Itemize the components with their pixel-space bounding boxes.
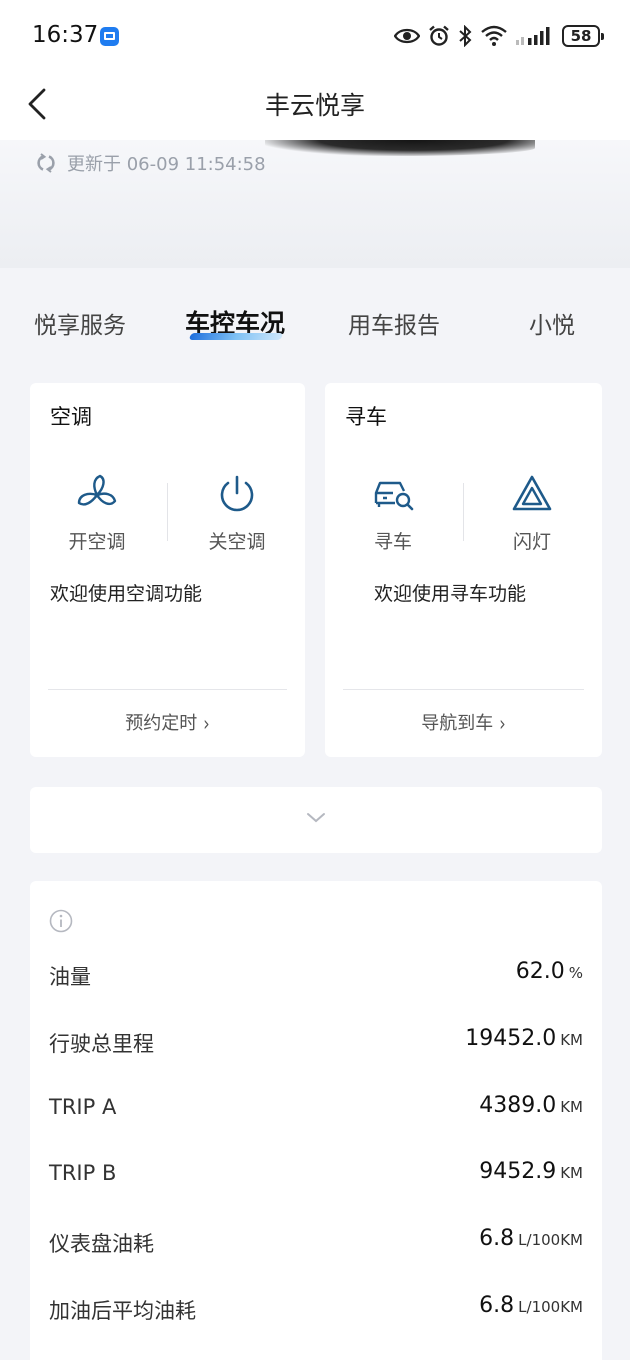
ac-card-title: 空调 [50,405,92,429]
alarm-icon [429,25,449,46]
stat-row-trip-b: TRIP B 9452.9 KM [49,1155,583,1195]
navigate-to-car-label: 导航到车 [421,713,494,734]
stat-label: 行驶总里程 [49,1032,154,1056]
navigate-to-car-link[interactable]: 导航到车 › [325,709,602,736]
stat-unit: % [568,964,583,982]
nav-bar: 丰云悦享 [0,72,630,140]
schedule-timer-link[interactable]: 预约定时 › [30,709,305,736]
chevron-right-icon: › [203,711,210,736]
stat-row-fuel-level: 油量 62.0% [49,955,583,995]
stat-unit: L/100KM [518,1231,583,1249]
divider [343,689,584,690]
stat-unit: KM [560,1098,583,1116]
tab-bar: 悦享服务 车控车况 用车报告 小悦 [0,268,630,380]
stat-row-avg-fuel-since-refuel: 加油后平均油耗 6.8 L/100KM [49,1289,583,1329]
chevron-down-icon [307,813,325,823]
power-icon [220,475,254,512]
tab-services[interactable]: 悦享服务 [34,306,126,340]
fan-icon [77,474,117,506]
car-search-icon [374,481,414,511]
ac-on-button[interactable]: 开空调 [42,473,152,554]
stat-unit: L/100KM [518,1298,583,1316]
tab-assistant[interactable]: 小悦 [529,306,575,340]
page-title: 丰云悦享 [264,91,365,120]
ac-off-label: 关空调 [208,531,266,553]
ac-on-label: 开空调 [68,531,126,553]
stat-value: 62.0% [516,959,583,984]
stat-unit: KM [560,1031,583,1049]
stat-label: 油量 [49,965,91,989]
ac-welcome-text: 欢迎使用空调功能 [50,583,203,605]
tab-usage-report[interactable]: 用车报告 [348,306,440,340]
stat-label: TRIP B [49,1161,117,1185]
info-icon[interactable] [49,909,73,933]
divider [48,689,287,690]
active-tab-indicator [188,333,284,340]
stat-number: 19452.0 [465,1026,557,1051]
vehicle-status-card: 油量 62.0% 行驶总里程 19452.0 KM TRIP A 4389.0 KM… [30,881,602,1360]
stat-number: 62.0 [515,959,565,984]
stat-row-dashboard-fuel-consumption: 仪表盘油耗 6.8 L/100KM [49,1222,583,1262]
stat-value: 6.8 L/100KM [479,1226,583,1251]
status-time: 16:37 [32,22,99,48]
divider [463,483,464,541]
ac-card: 空调 开空调 关空调 欢迎使用空调功能 预约定时 › [30,383,305,757]
stat-number: 6.8 [479,1226,515,1251]
expand-more-button[interactable] [30,787,602,853]
stat-label: 仪表盘油耗 [49,1232,154,1256]
notification-app-icon [100,27,119,46]
stat-value: 6.8 L/100KM [479,1293,583,1318]
find-car-button[interactable]: 寻车 [338,473,448,554]
car-image [265,140,535,156]
stat-label: 加油后平均油耗 [49,1299,196,1323]
chevron-right-icon: › [499,711,506,736]
battery-indicator: 58 [562,25,604,47]
status-bar: 16:37 58 [0,0,630,72]
stat-value: 9452.9 KM [479,1159,583,1184]
find-car-label: 寻车 [373,531,412,553]
flash-lights-button[interactable]: 闪灯 [477,473,587,554]
signal-icon [516,27,550,45]
flash-lights-label: 闪灯 [512,531,551,553]
stat-row-total-mileage: 行驶总里程 19452.0 KM [49,1022,583,1062]
stat-number: 6.8 [479,1293,515,1318]
bluetooth-icon [459,25,472,47]
update-timestamp: 更新于 06-09 11:54:58 [67,154,266,175]
status-icons: 58 [394,22,604,50]
find-car-card-title: 寻车 [345,405,387,429]
stat-value: 4389.0 KM [479,1093,583,1118]
wifi-icon [481,25,507,46]
stat-label: TRIP A [49,1095,117,1119]
ac-off-button[interactable]: 关空调 [182,473,292,554]
eye-icon [394,28,420,44]
stat-value: 19452.0 KM [465,1026,583,1051]
stat-number: 4389.0 [479,1093,557,1118]
find-car-welcome-text: 欢迎使用寻车功能 [374,583,527,605]
find-car-card: 寻车 寻车 闪灯 欢迎使用寻车功能 导航到车 › [325,383,602,757]
stat-number: 9452.9 [479,1159,557,1184]
schedule-timer-label: 预约定时 [125,713,198,734]
stat-row-trip-a: TRIP A 4389.0 KM [49,1089,583,1129]
stat-unit: KM [560,1164,583,1182]
refresh-icon[interactable] [36,153,56,173]
hazard-triangle-icon [512,475,552,511]
divider [167,483,168,541]
